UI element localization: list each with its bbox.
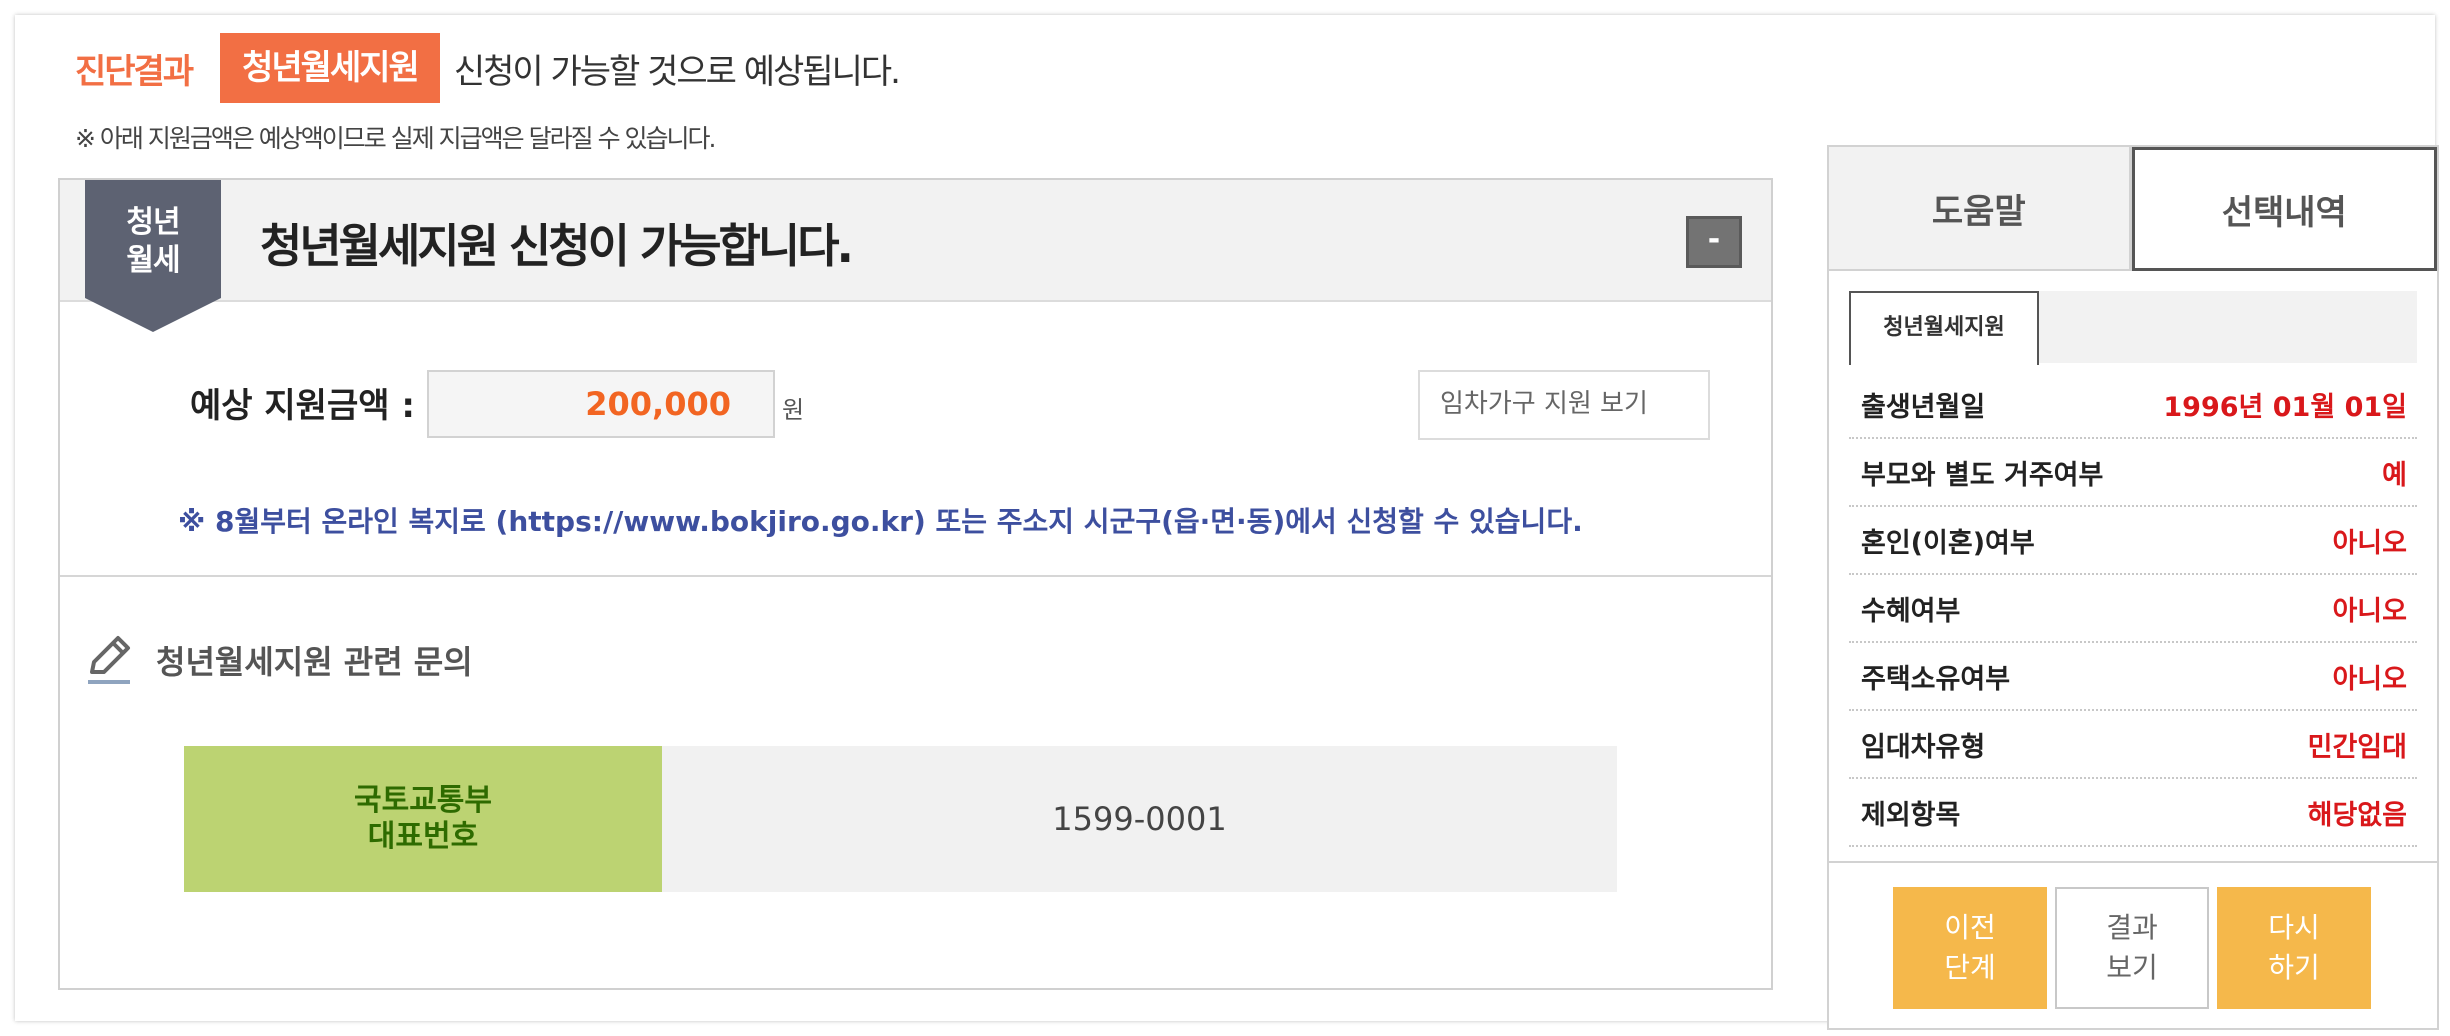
prev-step-line2: 단계: [1944, 951, 1996, 984]
contact-box: 국토교통부 대표번호 1599-0001: [184, 746, 1617, 892]
sub-tab-youth-rent[interactable]: 청년월세지원: [1849, 291, 2039, 365]
prev-step-line1: 이전: [1944, 911, 1996, 944]
item-key: 제외항목: [1861, 799, 1961, 831]
amount-notice: ※ 아래 지원금액은 예상액이므로 실제 지급액은 달라질 수 있습니다.: [75, 124, 716, 153]
result-panel-header: 청년 월세 청년월세지원 신청이 가능합니다. -: [60, 180, 1771, 332]
ribbon-line2: 월세: [126, 243, 180, 278]
sidebar-divider: [1829, 861, 2437, 863]
inquiry-title: 청년월세지원 관련 문의: [156, 643, 473, 681]
program-badge: 청년월세지원: [220, 33, 440, 103]
sidebar-actions: 이전 단계 결과 보기 다시 하기: [1893, 887, 2371, 1009]
rental-support-button[interactable]: 임차가구 지원 보기: [1418, 370, 1710, 440]
apply-note: ※ 8월부터 온라인 복지로 (https://www.bokjiro.go.k…: [178, 505, 1583, 538]
page-frame: 진단결과 청년월세지원 신청이 가능할 것으로 예상됩니다. ※ 아래 지원금액…: [15, 15, 2439, 1030]
result-text: 신청이 가능할 것으로 예상됩니다.: [453, 51, 901, 92]
list-item: 주택소유여부 아니오: [1849, 643, 2417, 711]
tab-help[interactable]: 도움말: [1829, 147, 2132, 271]
selection-list: 출생년월일 1996년 01월 01일 부모와 별도 거주여부 예 혼인(이혼)…: [1849, 371, 2417, 847]
item-key: 주택소유여부: [1861, 663, 2011, 695]
list-item: 혼인(이혼)여부 아니오: [1849, 507, 2417, 575]
item-value: 아니오: [2332, 527, 2407, 559]
view-result-line1: 결과: [2106, 911, 2158, 944]
selection-sidebar: 도움말 선택내역 청년월세지원 출생년월일 1996년 01월 01일 부모와 …: [1827, 145, 2439, 1030]
restart-line1: 다시: [2268, 911, 2320, 944]
list-item: 임대차유형 민간임대: [1849, 711, 2417, 779]
panel-title: 청년월세지원 신청이 가능합니다.: [260, 219, 854, 273]
prev-step-button[interactable]: 이전 단계: [1893, 887, 2047, 1009]
item-key: 임대차유형: [1861, 731, 1986, 763]
amount-unit: 원: [782, 396, 805, 424]
contact-label-line1: 국토교통부: [354, 783, 492, 818]
item-value: 해당없음: [2307, 799, 2407, 831]
item-value: 1996년 01월 01일: [2163, 391, 2407, 423]
contact-label: 국토교통부 대표번호: [184, 746, 662, 892]
result-label: 진단결과: [75, 51, 194, 92]
list-item: 수혜여부 아니오: [1849, 575, 2417, 643]
amount-value: 200,000: [427, 370, 775, 438]
list-item: 부모와 별도 거주여부 예: [1849, 439, 2417, 507]
item-value: 예: [2382, 459, 2407, 491]
item-key: 수혜여부: [1861, 595, 1961, 627]
program-ribbon: 청년 월세: [85, 180, 221, 332]
restart-line2: 하기: [2268, 951, 2320, 984]
collapse-button[interactable]: -: [1686, 216, 1742, 268]
list-item: 제외항목 해당없음: [1849, 779, 2417, 847]
result-panel: 청년 월세 청년월세지원 신청이 가능합니다. - 예상 지원금액 : 200,…: [58, 178, 1773, 990]
section-divider: [60, 575, 1771, 577]
item-value: 민간임대: [2307, 731, 2407, 763]
pencil-icon: [80, 630, 140, 690]
amount-label: 예상 지원금액 :: [190, 386, 415, 426]
contact-phone: 1599-0001: [662, 746, 1617, 892]
result-header: 진단결과 청년월세지원 신청이 가능할 것으로 예상됩니다.: [75, 33, 901, 103]
list-item: 출생년월일 1996년 01월 01일: [1849, 371, 2417, 439]
sidebar-tabs: 도움말 선택내역: [1829, 147, 2437, 271]
restart-button[interactable]: 다시 하기: [2217, 887, 2371, 1009]
item-value: 아니오: [2332, 595, 2407, 627]
item-key: 혼인(이혼)여부: [1861, 527, 2035, 559]
tab-selection[interactable]: 선택내역: [2131, 147, 2437, 271]
amount-row: 예상 지원금액 : 200,000 원 임차가구 지원 보기: [60, 360, 1771, 440]
sub-tab-bar: 청년월세지원: [1849, 291, 2417, 365]
item-key: 부모와 별도 거주여부: [1861, 459, 2104, 491]
ribbon-line1: 청년: [126, 205, 180, 240]
contact-label-line2: 대표번호: [367, 819, 479, 854]
item-key: 출생년월일: [1861, 391, 1986, 423]
view-result-button[interactable]: 결과 보기: [2055, 887, 2209, 1009]
item-value: 아니오: [2332, 663, 2407, 695]
view-result-line2: 보기: [2106, 951, 2158, 984]
